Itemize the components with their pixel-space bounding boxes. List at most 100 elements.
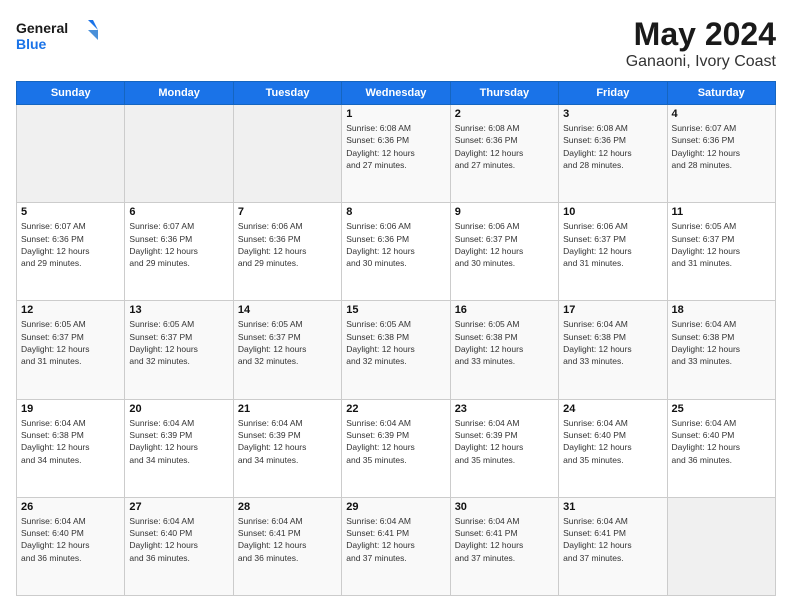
table-row: 8 Sunrise: 6:06 AMSunset: 6:36 PMDaylight… [342, 203, 450, 301]
table-row [125, 105, 233, 203]
day-number: 14 [238, 304, 337, 316]
day-info: Sunrise: 6:08 AMSunset: 6:36 PMDaylight:… [346, 122, 445, 171]
page: General Blue May 2024 Ganaoni, Ivory Coa… [0, 0, 792, 612]
day-info: Sunrise: 6:05 AMSunset: 6:37 PMDaylight:… [21, 318, 120, 367]
day-info: Sunrise: 6:08 AMSunset: 6:36 PMDaylight:… [455, 122, 554, 171]
col-tuesday: Tuesday [233, 82, 341, 105]
main-title: May 2024 [626, 16, 776, 53]
day-number: 28 [238, 501, 337, 513]
day-number: 9 [455, 206, 554, 218]
day-number: 23 [455, 403, 554, 415]
day-info: Sunrise: 6:04 AMSunset: 6:38 PMDaylight:… [672, 318, 771, 367]
logo-svg: General Blue [16, 16, 106, 56]
col-wednesday: Wednesday [342, 82, 450, 105]
day-number: 22 [346, 403, 445, 415]
table-row: 7 Sunrise: 6:06 AMSunset: 6:36 PMDaylight… [233, 203, 341, 301]
day-number: 29 [346, 501, 445, 513]
table-row: 15 Sunrise: 6:05 AMSunset: 6:38 PMDayligh… [342, 301, 450, 399]
table-row: 9 Sunrise: 6:06 AMSunset: 6:37 PMDaylight… [450, 203, 558, 301]
day-number: 27 [129, 501, 228, 513]
day-info: Sunrise: 6:06 AMSunset: 6:36 PMDaylight:… [346, 220, 445, 269]
table-row: 19Sunrise: 6:04 AMSunset: 6:38 PMDayligh… [17, 399, 125, 497]
table-row: 12 Sunrise: 6:05 AMSunset: 6:37 PMDayligh… [17, 301, 125, 399]
day-number: 15 [346, 304, 445, 316]
calendar-week-4: 19Sunrise: 6:04 AMSunset: 6:38 PMDayligh… [17, 399, 776, 497]
table-row: 26 Sunrise: 6:04 AMSunset: 6:40 PMDayligh… [17, 497, 125, 595]
day-number: 13 [129, 304, 228, 316]
day-number: 8 [346, 206, 445, 218]
day-info: Sunrise: 6:06 AMSunset: 6:36 PMDaylight:… [238, 220, 337, 269]
table-row: 21 Sunrise: 6:04 AMSunset: 6:39 PMDayligh… [233, 399, 341, 497]
calendar-week-1: 1 Sunrise: 6:08 AMSunset: 6:36 PMDaylight… [17, 105, 776, 203]
day-number: 11 [672, 206, 771, 218]
day-info: Sunrise: 6:08 AMSunset: 6:36 PMDaylight:… [563, 122, 662, 171]
day-info: Sunrise: 6:04 AMSunset: 6:41 PMDaylight:… [455, 515, 554, 564]
day-number: 5 [21, 206, 120, 218]
day-number: 10 [563, 206, 662, 218]
day-info: Sunrise: 6:05 AMSunset: 6:37 PMDaylight:… [129, 318, 228, 367]
day-info: Sunrise: 6:06 AMSunset: 6:37 PMDaylight:… [455, 220, 554, 269]
calendar-table: Sunday Monday Tuesday Wednesday Thursday… [16, 81, 776, 596]
table-row: 18 Sunrise: 6:04 AMSunset: 6:38 PMDayligh… [667, 301, 775, 399]
table-row: 30Sunrise: 6:04 AMSunset: 6:41 PMDayligh… [450, 497, 558, 595]
table-row: 11 Sunrise: 6:05 AMSunset: 6:37 PMDayligh… [667, 203, 775, 301]
day-info: Sunrise: 6:04 AMSunset: 6:40 PMDaylight:… [672, 417, 771, 466]
col-friday: Friday [559, 82, 667, 105]
table-row [17, 105, 125, 203]
day-number: 12 [21, 304, 120, 316]
calendar-header-row: Sunday Monday Tuesday Wednesday Thursday… [17, 82, 776, 105]
day-info: Sunrise: 6:04 AMSunset: 6:39 PMDaylight:… [238, 417, 337, 466]
title-block: May 2024 Ganaoni, Ivory Coast [626, 16, 776, 71]
table-row: 6 Sunrise: 6:07 AMSunset: 6:36 PMDaylight… [125, 203, 233, 301]
subtitle: Ganaoni, Ivory Coast [626, 53, 776, 71]
col-thursday: Thursday [450, 82, 558, 105]
day-info: Sunrise: 6:04 AMSunset: 6:40 PMDaylight:… [129, 515, 228, 564]
day-number: 31 [563, 501, 662, 513]
day-info: Sunrise: 6:05 AMSunset: 6:38 PMDaylight:… [455, 318, 554, 367]
day-number: 20 [129, 403, 228, 415]
day-number: 1 [346, 108, 445, 120]
day-number: 7 [238, 206, 337, 218]
day-info: Sunrise: 6:04 AMSunset: 6:41 PMDaylight:… [563, 515, 662, 564]
day-number: 2 [455, 108, 554, 120]
day-info: Sunrise: 6:06 AMSunset: 6:37 PMDaylight:… [563, 220, 662, 269]
table-row: 13 Sunrise: 6:05 AMSunset: 6:37 PMDayligh… [125, 301, 233, 399]
day-number: 24 [563, 403, 662, 415]
calendar-week-2: 5 Sunrise: 6:07 AMSunset: 6:36 PMDaylight… [17, 203, 776, 301]
day-info: Sunrise: 6:04 AMSunset: 6:40 PMDaylight:… [563, 417, 662, 466]
day-number: 16 [455, 304, 554, 316]
logo: General Blue [16, 16, 106, 56]
col-monday: Monday [125, 82, 233, 105]
table-row [233, 105, 341, 203]
day-info: Sunrise: 6:04 AMSunset: 6:40 PMDaylight:… [21, 515, 120, 564]
table-row: 16 Sunrise: 6:05 AMSunset: 6:38 PMDayligh… [450, 301, 558, 399]
col-saturday: Saturday [667, 82, 775, 105]
table-row: 25Sunrise: 6:04 AMSunset: 6:40 PMDayligh… [667, 399, 775, 497]
day-info: Sunrise: 6:04 AMSunset: 6:39 PMDaylight:… [129, 417, 228, 466]
table-row: 29 Sunrise: 6:04 AMSunset: 6:41 PMDayligh… [342, 497, 450, 595]
table-row: 10 Sunrise: 6:06 AMSunset: 6:37 PMDayligh… [559, 203, 667, 301]
day-info: Sunrise: 6:05 AMSunset: 6:37 PMDaylight:… [672, 220, 771, 269]
day-info: Sunrise: 6:05 AMSunset: 6:38 PMDaylight:… [346, 318, 445, 367]
svg-text:Blue: Blue [16, 36, 47, 52]
svg-text:General: General [16, 20, 68, 36]
day-number: 3 [563, 108, 662, 120]
day-info: Sunrise: 6:07 AMSunset: 6:36 PMDaylight:… [129, 220, 228, 269]
day-info: Sunrise: 6:04 AMSunset: 6:41 PMDaylight:… [346, 515, 445, 564]
day-info: Sunrise: 6:04 AMSunset: 6:38 PMDaylight:… [563, 318, 662, 367]
day-number: 6 [129, 206, 228, 218]
table-row: 1 Sunrise: 6:08 AMSunset: 6:36 PMDaylight… [342, 105, 450, 203]
day-info: Sunrise: 6:07 AMSunset: 6:36 PMDaylight:… [672, 122, 771, 171]
table-row [667, 497, 775, 595]
day-number: 26 [21, 501, 120, 513]
day-number: 19 [21, 403, 120, 415]
day-number: 18 [672, 304, 771, 316]
table-row: 4Sunrise: 6:07 AMSunset: 6:36 PMDaylight… [667, 105, 775, 203]
table-row: 27 Sunrise: 6:04 AMSunset: 6:40 PMDayligh… [125, 497, 233, 595]
table-row: 28Sunrise: 6:04 AMSunset: 6:41 PMDayligh… [233, 497, 341, 595]
day-number: 21 [238, 403, 337, 415]
day-info: Sunrise: 6:05 AMSunset: 6:37 PMDaylight:… [238, 318, 337, 367]
table-row: 5Sunrise: 6:07 AMSunset: 6:36 PMDaylight… [17, 203, 125, 301]
calendar-week-5: 26 Sunrise: 6:04 AMSunset: 6:40 PMDayligh… [17, 497, 776, 595]
col-sunday: Sunday [17, 82, 125, 105]
